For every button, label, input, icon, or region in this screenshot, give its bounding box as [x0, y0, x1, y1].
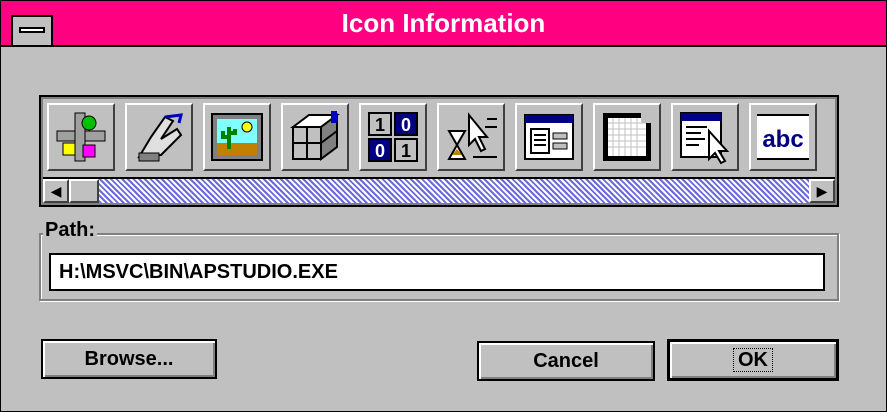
grid-canvas-icon [603, 113, 651, 161]
icon-button-dialog[interactable] [515, 103, 583, 171]
ok-button-label: OK [733, 348, 773, 372]
title-bar: Icon Information [1, 1, 886, 47]
icon-button-shapes[interactable] [47, 103, 115, 171]
shapes-diagram-icon [56, 112, 106, 162]
cube-grid-icon [290, 111, 340, 161]
icon-button-cubes[interactable] [281, 103, 349, 171]
scroll-thumb[interactable] [69, 179, 99, 203]
icon-button-text[interactable]: abc [749, 103, 817, 171]
svg-text:1: 1 [401, 141, 411, 161]
text-abc-icon: abc [757, 114, 809, 160]
icon-button-hand[interactable] [125, 103, 193, 171]
scroll-right-button[interactable]: ▶ [809, 179, 835, 203]
icon-scrollbar[interactable]: ◀ ▶ [43, 177, 835, 203]
icon-strip: 1 0 0 1 abc [43, 99, 835, 177]
hourglass-cursor-icon [447, 112, 497, 160]
scroll-left-button[interactable]: ◀ [43, 179, 69, 203]
icon-selector: 1 0 0 1 abc ◀ ▶ [39, 95, 839, 207]
icon-button-picture[interactable] [203, 103, 271, 171]
icon-button-cursor[interactable] [437, 103, 505, 171]
menu-cursor-icon [680, 112, 730, 165]
svg-text:1: 1 [375, 115, 385, 135]
icon-button-menu[interactable] [671, 103, 739, 171]
svg-text:0: 0 [375, 141, 385, 161]
icon-button-binary[interactable]: 1 0 0 1 [359, 103, 427, 171]
arrow-left-icon: ◀ [50, 182, 62, 199]
ok-button[interactable]: OK [667, 339, 839, 381]
svg-text:abc: abc [762, 126, 803, 153]
browse-button[interactable]: Browse... [41, 339, 217, 379]
window-title: Icon Information [341, 8, 546, 38]
path-input[interactable]: H:\MSVC\BIN\APSTUDIO.EXE [49, 253, 825, 291]
path-label: Path: [43, 219, 97, 242]
binary-digits-icon: 1 0 0 1 [368, 112, 418, 162]
arrow-right-icon: ▶ [816, 182, 828, 199]
dialog-window-icon [524, 114, 574, 160]
icon-information-dialog: Icon Information 1 0 0 1 abc ◀ ▶ Path: H… [0, 0, 887, 412]
svg-text:0: 0 [401, 115, 411, 135]
desert-picture-icon [211, 113, 263, 161]
hand-pointer-icon [137, 113, 183, 162]
cancel-button[interactable]: Cancel [477, 341, 655, 381]
icon-button-grid[interactable] [593, 103, 661, 171]
